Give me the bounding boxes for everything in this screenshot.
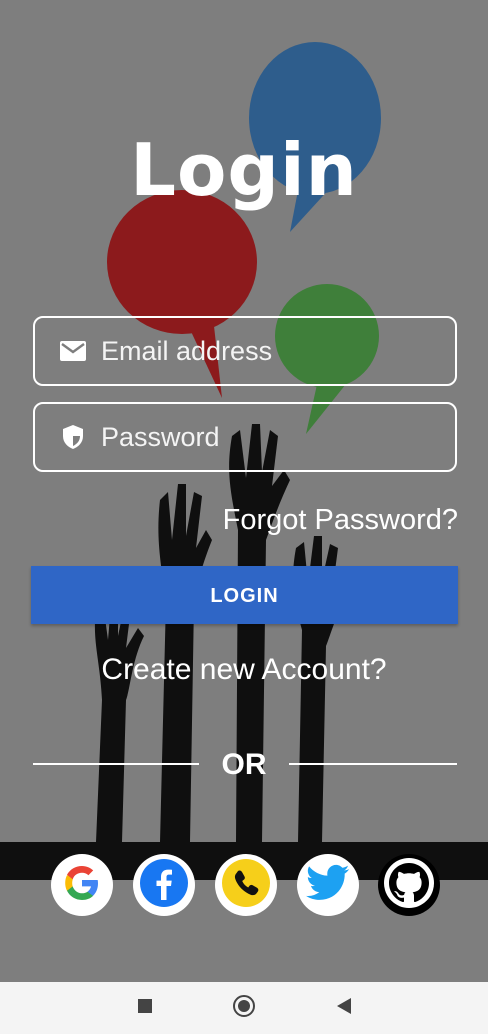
home-button[interactable] (226, 990, 262, 1026)
github-login-button[interactable] (378, 854, 440, 916)
mail-icon (59, 337, 87, 365)
twitter-login-button[interactable] (297, 854, 359, 916)
facebook-login-button[interactable] (133, 854, 195, 916)
raised-hands (0, 424, 488, 880)
create-account-link[interactable]: Create new Account? (0, 653, 488, 687)
divider-right (289, 763, 457, 765)
login-screen: Login Forgot Password? LOGIN Create new … (0, 0, 488, 982)
or-divider-text: OR (221, 748, 267, 781)
email-field[interactable] (33, 316, 457, 386)
facebook-icon (139, 858, 189, 913)
twitter-icon (306, 864, 350, 907)
recents-square-icon (138, 998, 152, 1018)
recents-button[interactable] (127, 990, 163, 1026)
google-icon (62, 863, 102, 908)
page-title: Login (130, 128, 358, 212)
home-circle-icon (232, 994, 256, 1023)
phone-icon (221, 858, 271, 913)
system-nav-bar (0, 982, 488, 1034)
email-input[interactable] (101, 335, 401, 367)
login-button[interactable]: LOGIN (31, 566, 458, 624)
password-input[interactable] (101, 421, 401, 453)
back-triangle-icon (337, 997, 351, 1019)
forgot-password-link[interactable]: Forgot Password? (223, 504, 458, 537)
phone-login-button[interactable] (215, 854, 277, 916)
shield-icon (59, 423, 87, 451)
google-login-button[interactable] (51, 854, 113, 916)
back-button[interactable] (326, 990, 362, 1026)
password-field[interactable] (33, 402, 457, 472)
github-icon (380, 854, 438, 917)
